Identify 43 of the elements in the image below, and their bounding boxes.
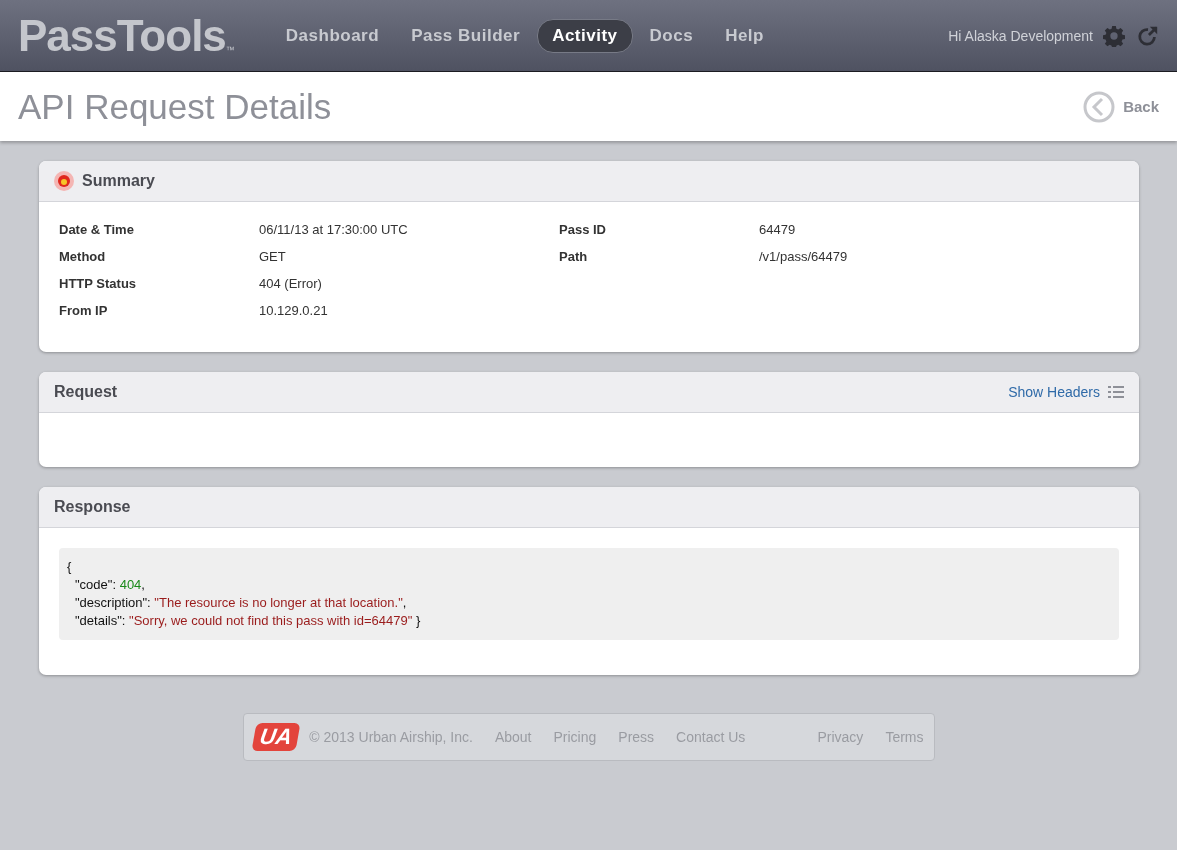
field-label: Pass ID [559, 222, 607, 237]
footer-link[interactable]: Privacy [817, 729, 864, 745]
field-label: HTTP Status [59, 276, 138, 291]
footer-link[interactable]: Contact Us [676, 729, 746, 745]
card-title: Summary [82, 172, 156, 190]
code-line: { [67, 558, 73, 576]
user-greeting: Hi Alaska Development [948, 27, 1093, 44]
page-title: API Request Details [18, 86, 333, 127]
error-icon [54, 171, 74, 191]
field-label: From IP [59, 303, 109, 318]
settings-icon[interactable] [1103, 24, 1125, 47]
footer-link[interactable]: About [494, 729, 532, 745]
company-logo: UA [251, 723, 300, 751]
footer-link[interactable]: Press [618, 729, 655, 745]
nav-tab[interactable]: Dashboard [270, 18, 395, 53]
show-headers-link[interactable]: Show Headers [1008, 384, 1124, 400]
footer-link[interactable]: Terms [885, 729, 924, 745]
card-title: Request [54, 383, 119, 401]
field-value: 06/11/13 at 17:30:00 UTC [259, 222, 409, 237]
logout-icon[interactable] [1137, 24, 1159, 47]
nav-tab[interactable]: Docs [634, 18, 709, 53]
back-button[interactable]: Back [1083, 90, 1159, 123]
nav-tab[interactable]: Activity [537, 18, 633, 53]
trademark: ™ [225, 44, 235, 55]
footer-link[interactable]: Pricing [553, 729, 597, 745]
card-title: Response [54, 498, 132, 516]
field-value: 64479 [759, 222, 797, 237]
back-icon [1083, 90, 1116, 123]
field-value: 10.129.0.21 [259, 303, 329, 318]
code-line: "code": 404, [74, 576, 146, 594]
code-line: "details": "Sorry, we could not find this pass with id=64479" } [74, 612, 422, 630]
field-label: Date & Time [59, 222, 135, 237]
field-value: 404 (Error) [259, 276, 323, 291]
code-line: "description": "The resource is no longer at that location.", [74, 594, 408, 612]
nav-tab[interactable]: Help [710, 18, 779, 53]
nav-tab[interactable]: Pass Builder [396, 18, 536, 53]
list-icon [1108, 385, 1124, 399]
field-value: GET [259, 249, 287, 264]
field-value: /v1/pass/64479 [759, 249, 849, 264]
copyright: © 2013 Urban Airship, Inc. [309, 729, 473, 745]
logo: PassTools [18, 10, 226, 61]
field-label: Method [59, 249, 107, 264]
field-label: Path [559, 249, 589, 264]
